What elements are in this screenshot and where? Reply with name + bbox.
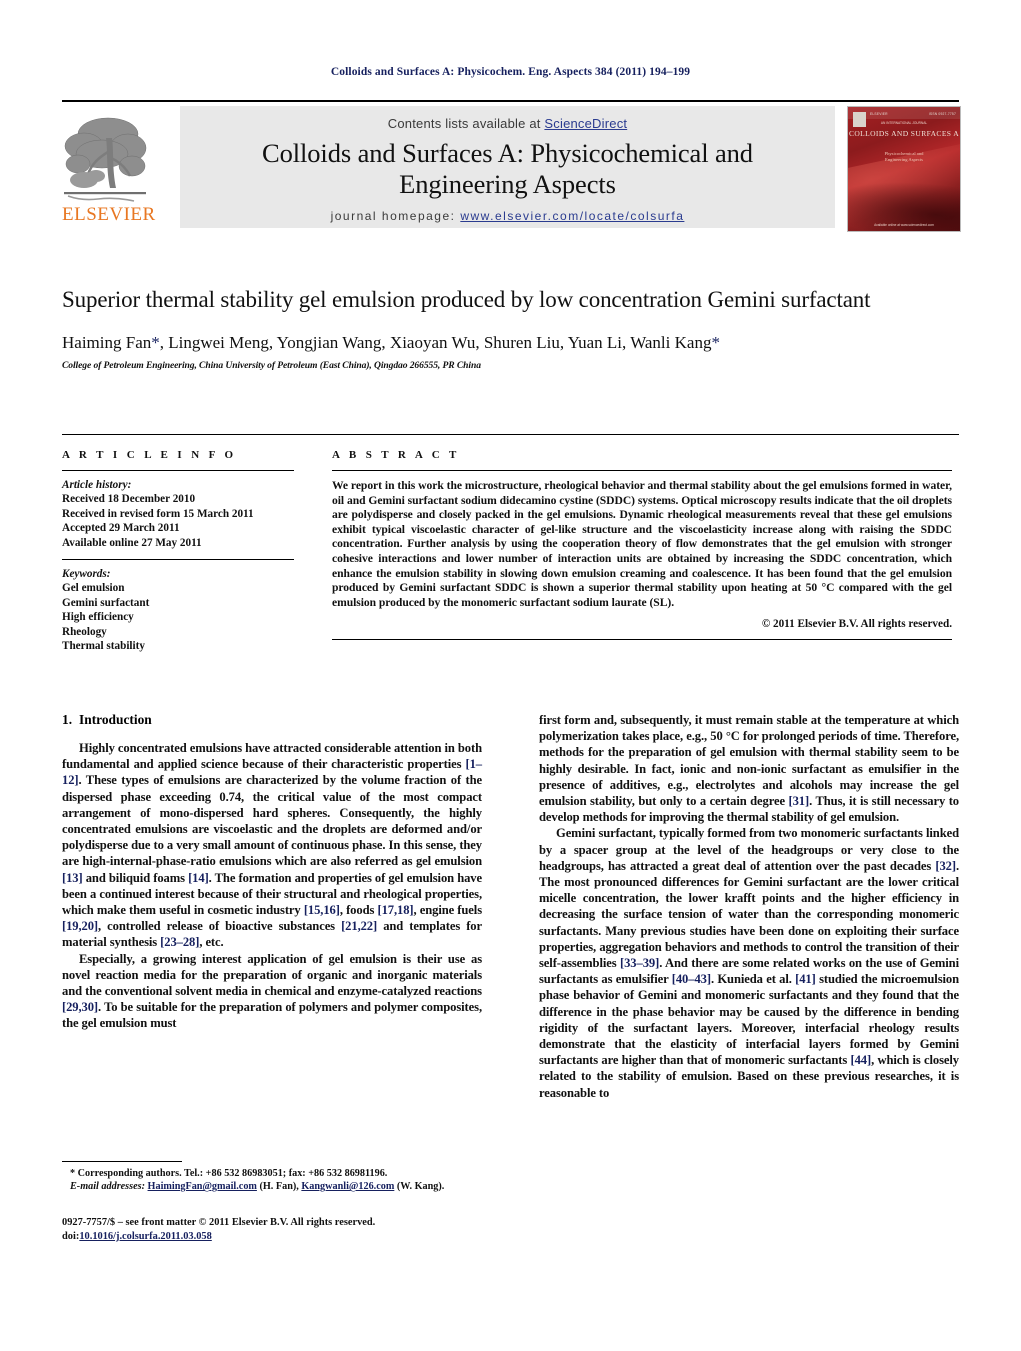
journal-title: Colloids and Surfaces A: Physicochemical…	[180, 138, 835, 200]
keyword-item: Rheology	[62, 625, 107, 638]
contents-available-line: Contents lists available at ScienceDirec…	[180, 116, 835, 131]
abstract-copyright: © 2011 Elsevier B.V. All rights reserved…	[761, 618, 952, 631]
abstract-heading: A B S T R A C T	[332, 449, 460, 461]
article-page: Colloids and Surfaces A: Physicochem. En…	[0, 0, 1021, 1351]
doi-link[interactable]: 10.1016/j.colsurfa.2011.03.058	[79, 1231, 211, 1242]
running-head: Colloids and Surfaces A: Physicochem. En…	[330, 66, 691, 78]
doi-label: doi:	[62, 1230, 80, 1242]
cover-footer-text: Available online at www.sciencedirect.co…	[874, 223, 934, 227]
body-column-left: 1. Introduction Highly concentrated emuls…	[62, 712, 482, 1101]
corresponding-author-note: * Corresponding authors. Tel.: +86 532 8…	[70, 1168, 388, 1179]
journal-homepage-link[interactable]: www.elsevier.com/locate/colsurfa	[460, 209, 684, 223]
citation-ref[interactable]: [29,30]	[62, 1000, 98, 1014]
body-columns: 1. Introduction Highly concentrated emuls…	[62, 712, 959, 1101]
article-history-item: Received 18 December 2010	[62, 493, 196, 506]
email-link-fan[interactable]: HaimingFan@gmail.com	[148, 1181, 257, 1192]
title-block: Superior thermal stability gel emulsion …	[62, 286, 942, 371]
citation-ref[interactable]: [40–43]	[672, 972, 711, 986]
keyword-item: High efficiency	[62, 611, 134, 624]
citation-ref[interactable]: [32]	[935, 859, 956, 873]
journal-band: Contents lists available at ScienceDirec…	[180, 106, 835, 228]
article-info-heading: A R T I C L E I N F O	[62, 449, 237, 461]
intro-paragraph: first form and, subsequently, it must re…	[539, 713, 959, 825]
info-abstract-section: A R T I C L E I N F O Article history: R…	[62, 434, 959, 653]
section-label: Introduction	[79, 712, 152, 727]
article-info-column: A R T I C L E I N F O Article history: R…	[62, 435, 294, 653]
cover-top-right-text: ISSN 0927-7757	[928, 112, 956, 116]
article-history-item: Received in revised form 15 March 2011	[62, 507, 254, 520]
cover-top-meta: ELSEVIER ISSN 0927-7757	[870, 112, 956, 116]
body-column-right: first form and, subsequently, it must re…	[539, 712, 959, 1101]
footnote-rule	[62, 1161, 182, 1162]
journal-cover-thumbnail: ELSEVIER ISSN 0927-7757 AN INTERNATIONAL…	[847, 106, 961, 232]
article-info-rule-mid	[62, 559, 294, 561]
email-link-kang[interactable]: Kangwanli@126.com	[301, 1181, 394, 1192]
email-label: E-mail addresses:	[70, 1181, 145, 1193]
cover-subtitle: Physicochemical and Engineering Aspects	[848, 151, 960, 163]
journal-masthead: ELSEVIER Contents lists available at Sci…	[62, 100, 961, 232]
article-history-item: Accepted 29 March 2011	[62, 522, 180, 535]
homepage-label: journal homepage:	[330, 209, 456, 223]
email-owner-kang: (W. Kang).	[396, 1181, 445, 1193]
journal-title-line-2: Engineering Aspects	[399, 169, 616, 199]
email-note: E-mail addresses: HaimingFan@gmail.com (…	[62, 1180, 482, 1193]
doi-line: doi:10.1016/j.colsurfa.2011.03.058	[62, 1230, 482, 1243]
article-info-rule-top	[62, 470, 294, 471]
keyword-item: Gel emulsion	[62, 582, 125, 595]
citation-ref[interactable]: [14]	[188, 871, 209, 885]
citation-ref[interactable]: [41]	[795, 972, 816, 986]
article-history-block: Article history: Received 18 December 20…	[62, 478, 294, 550]
article-history-item: Available online 27 May 2011	[62, 536, 202, 549]
corresponding-marker: *	[711, 332, 720, 352]
abstract-rule-top	[332, 470, 952, 471]
keywords-label: Keywords:	[62, 568, 111, 581]
citation-ref[interactable]: [1–12]	[62, 757, 482, 787]
elsevier-logo: ELSEVIER	[62, 108, 155, 230]
citation-ref[interactable]: [21,22]	[341, 919, 377, 933]
intro-paragraph: Highly concentrated emulsions have attra…	[62, 741, 482, 950]
page-title: Superior thermal stability gel emulsion …	[62, 287, 871, 312]
sciencedirect-link[interactable]: ScienceDirect	[544, 116, 627, 131]
citation-ref[interactable]: [13]	[62, 871, 83, 885]
abstract-text: We report in this work the microstructur…	[332, 479, 952, 609]
keywords-block: Keywords: Gel emulsion Gemini surfactant…	[62, 567, 294, 653]
cover-top-left-text: ELSEVIER	[870, 112, 888, 116]
cover-title: COLLOIDS AND SURFACES A	[848, 129, 960, 138]
intro-paragraph: Gemini surfactant, typically formed from…	[539, 826, 959, 1100]
keyword-item: Thermal stability	[62, 640, 145, 653]
affiliation: College of Petroleum Engineering, China …	[62, 359, 481, 371]
footnote-block: * Corresponding authors. Tel.: +86 532 8…	[62, 1161, 482, 1243]
elsevier-wordmark: ELSEVIER	[62, 204, 156, 225]
contents-prefix: Contents lists available at	[387, 116, 545, 131]
intro-paragraph: Especially, a growing interest applicati…	[62, 951, 482, 1031]
abstract-column: A B S T R A C T We report in this work t…	[332, 435, 952, 653]
citation-ref[interactable]: [19,20]	[62, 919, 98, 933]
cover-eyebrow: AN INTERNATIONAL JOURNAL	[880, 121, 928, 125]
citation-ref[interactable]: [17,18]	[377, 903, 413, 917]
front-matter-line: 0927-7757/$ – see front matter © 2011 El…	[62, 1217, 376, 1229]
keyword-item: Gemini surfactant	[62, 596, 150, 609]
email-owner-fan: (H. Fan),	[259, 1181, 299, 1193]
section-number: 1.	[62, 712, 73, 727]
citation-ref[interactable]: [15,16]	[304, 903, 340, 917]
section-title-introduction: 1. Introduction	[62, 712, 482, 728]
cover-subtitle-line-2: Engineering Aspects	[885, 157, 923, 162]
elsevier-tree-icon	[62, 108, 148, 204]
article-history-label: Article history:	[62, 479, 132, 491]
citation-ref[interactable]: [31]	[789, 794, 810, 808]
citation-ref[interactable]: [23–28]	[160, 935, 199, 949]
author-list: Haiming Fan*, Lingwei Meng, Yongjian Wan…	[62, 332, 720, 352]
journal-title-line-1: Colloids and Surfaces A: Physicochemical…	[262, 138, 753, 168]
imprint-block: 0927-7757/$ – see front matter © 2011 El…	[62, 1216, 482, 1243]
abstract-rule-bottom	[332, 639, 952, 641]
citation-ref[interactable]: [44]	[851, 1053, 872, 1067]
journal-homepage-line: journal homepage: www.elsevier.com/locat…	[180, 209, 835, 223]
citation-ref[interactable]: [33–39]	[620, 956, 659, 970]
corresponding-marker: *	[151, 332, 160, 352]
